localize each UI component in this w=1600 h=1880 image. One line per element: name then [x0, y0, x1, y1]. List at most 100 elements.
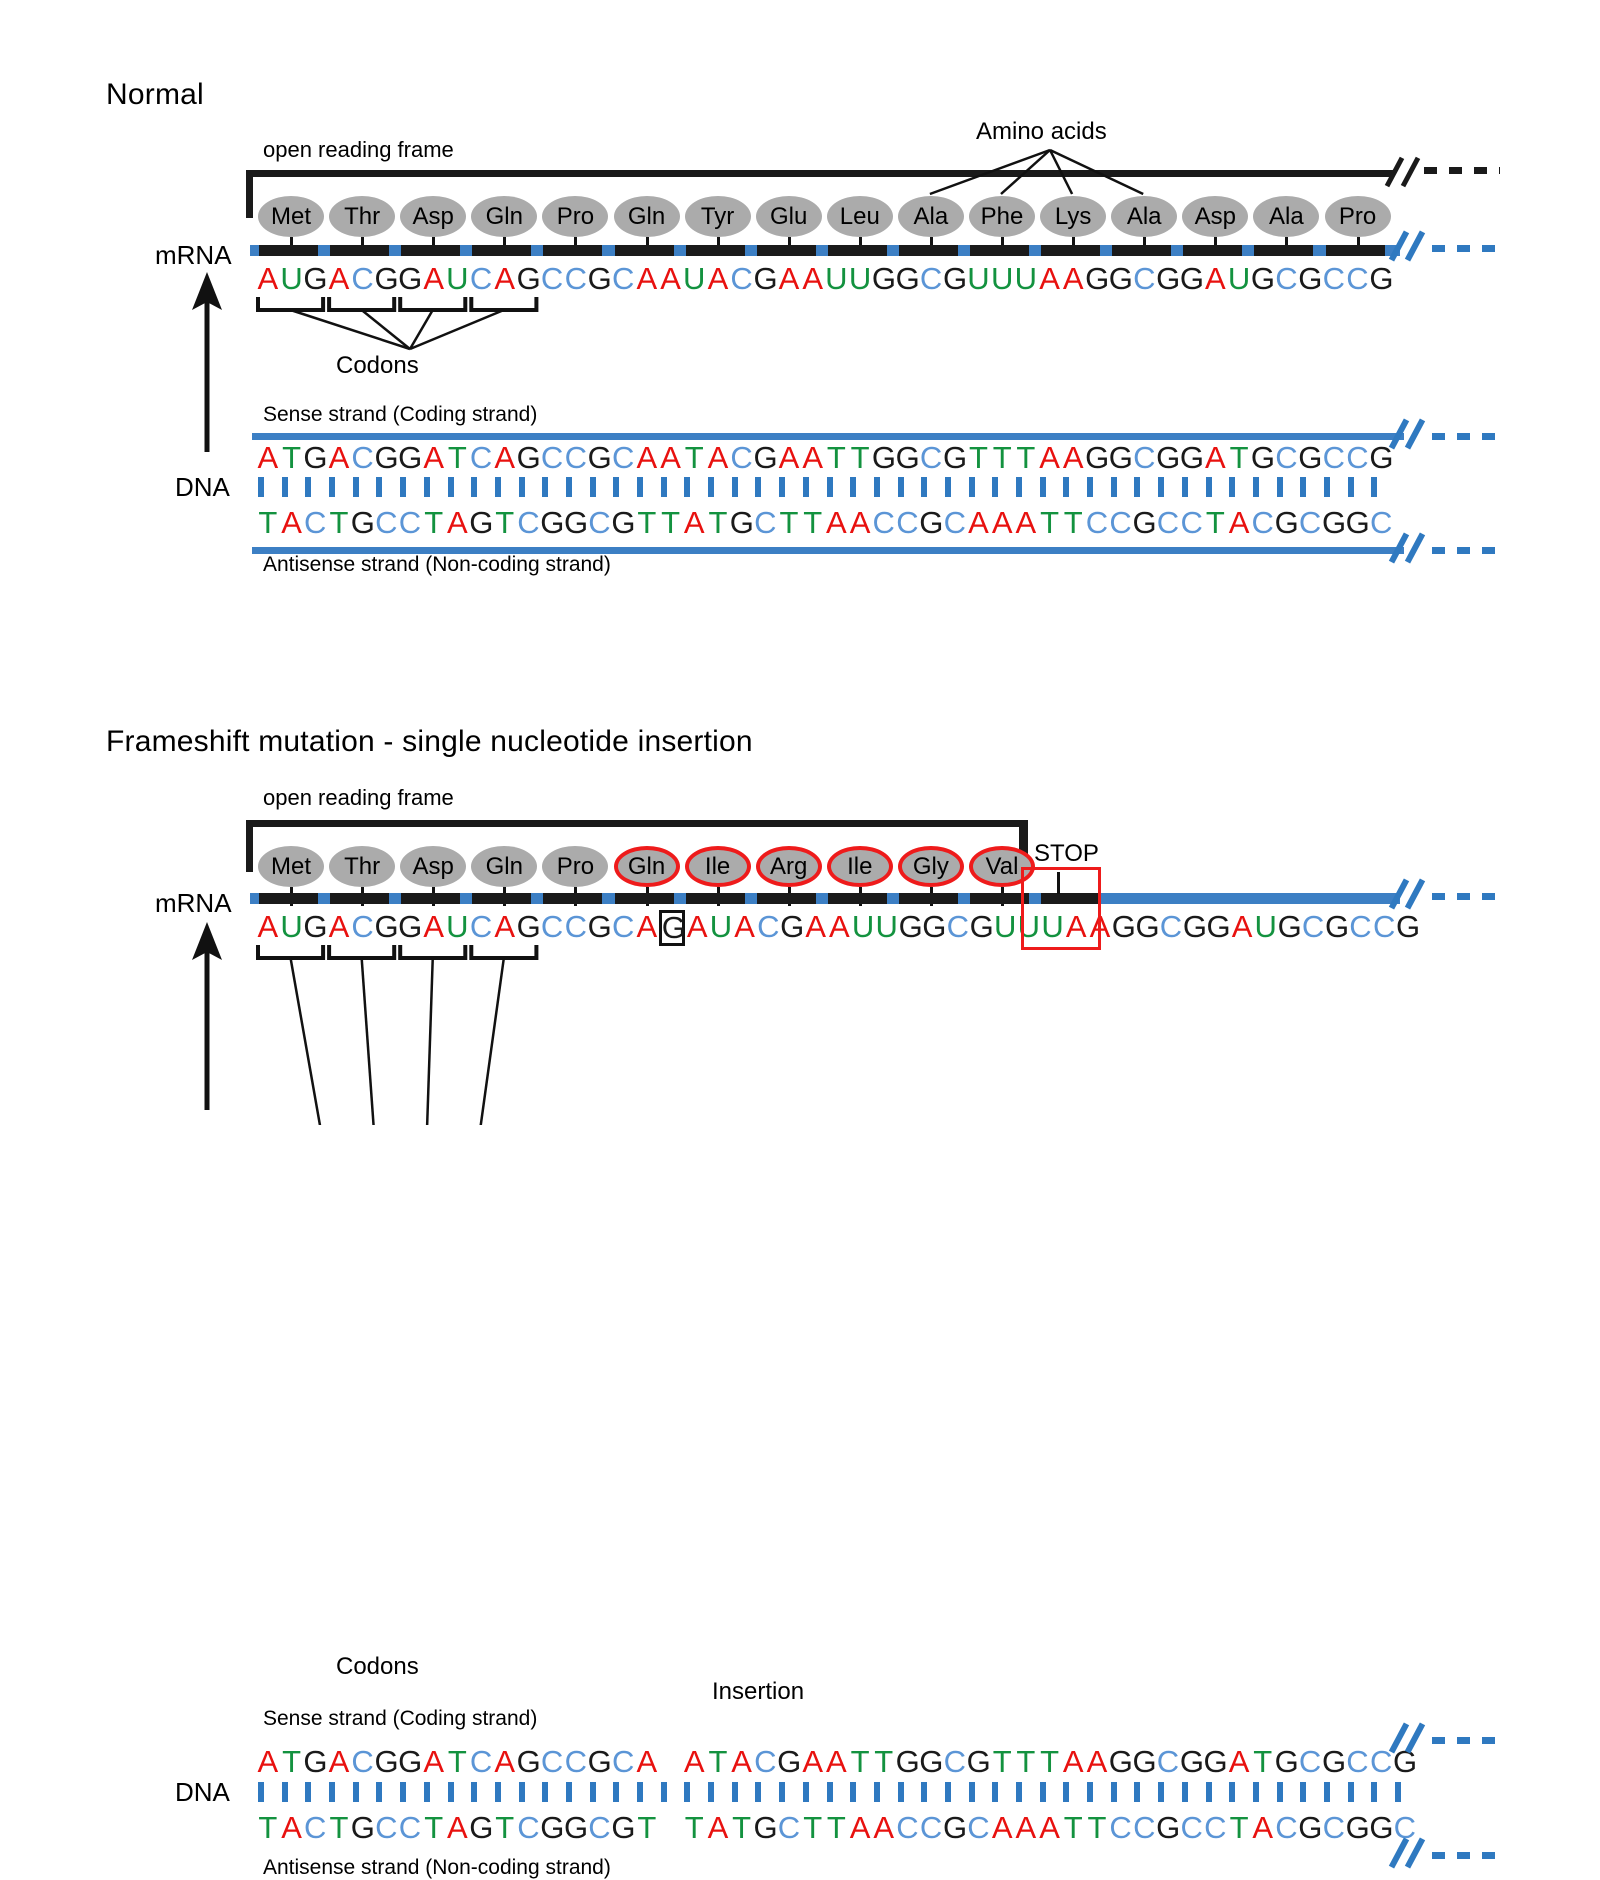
nucleotide: T: [803, 505, 823, 540]
dna-dashed-sense-frameshift: [1432, 1737, 1502, 1744]
hydrogen-bond: [992, 1782, 999, 1802]
nucleotide: C: [943, 505, 966, 540]
nucleotide: C: [1298, 1744, 1322, 1779]
hydrogen-bond: [944, 477, 951, 497]
nucleotide: G: [1369, 1810, 1394, 1845]
dna-dashed-antisense-normal: [1432, 547, 1502, 554]
nucleotide: C: [564, 440, 587, 475]
hydrogen-bond: [1229, 1782, 1236, 1802]
nucleotide: C: [540, 440, 564, 475]
nucleotide: T: [1016, 440, 1036, 475]
nucleotide: C: [943, 1744, 966, 1779]
nucleotide: A: [849, 1810, 871, 1845]
nucleotide: C: [469, 261, 493, 296]
nucleotide: A: [1205, 261, 1226, 296]
nucleotide: G: [1345, 1810, 1370, 1845]
hydrogen-bond: [1039, 1782, 1046, 1802]
nucleotide: T: [684, 1810, 704, 1845]
nucleotide: G: [1179, 440, 1204, 475]
dna-antisense-sequence-frameshift: TACTGCCTAGTCGGCGTCTATGCTTAACCGCAAATTCCGC…: [256, 1811, 1417, 1845]
nucleotide: A: [423, 440, 444, 475]
hydrogen-bond: [1158, 1782, 1165, 1802]
hydrogen-bond: [850, 477, 857, 497]
nucleotide: C: [564, 1744, 587, 1779]
nucleotide: A: [636, 440, 658, 475]
nucleotide: C: [469, 1744, 493, 1779]
nucleotide: T: [826, 440, 846, 475]
nucleotide: A: [1015, 1810, 1037, 1845]
hydrogen-bond: [1252, 477, 1259, 497]
nucleotide: C: [611, 1744, 635, 1779]
hydrogen-bond: [329, 1782, 336, 1802]
nucleotide: G: [587, 909, 612, 944]
hydrogen-bond: [897, 477, 904, 497]
nucleotide: G: [1156, 1810, 1181, 1845]
nucleotide: A: [826, 1744, 847, 1779]
hydrogen-bond: [1347, 1782, 1354, 1802]
nucleotide: A: [1228, 505, 1250, 540]
nucleotide: C: [588, 505, 611, 540]
nucleotide: A: [1086, 1744, 1108, 1779]
nucleotide: G: [919, 1744, 944, 1779]
nucleotide: G: [563, 505, 589, 540]
nucleotide: G: [1182, 909, 1207, 944]
nucleotide: A: [778, 261, 800, 296]
nucleotide: T: [282, 440, 301, 475]
nucleotide: G: [398, 440, 423, 475]
nucleotide: G: [374, 440, 399, 475]
hydrogen-bond: [376, 1782, 383, 1802]
nucleotide: C: [1156, 505, 1180, 540]
codon-block: [685, 893, 745, 904]
dna-dashed-antisense-frameshift: [1432, 1852, 1502, 1859]
nucleotide: G: [1108, 261, 1133, 296]
nucleotide: A: [328, 261, 350, 296]
hydrogen-bonds-normal: [258, 477, 1395, 497]
amino-acid-oval: Thr: [329, 846, 396, 887]
hydrogen-bond: [1347, 477, 1354, 497]
nucleotide: U: [851, 909, 875, 944]
nucleotide: C: [919, 440, 943, 475]
hydrogen-bond: [1181, 1782, 1188, 1802]
codon-block: [827, 893, 887, 904]
nucleotide: U: [446, 909, 469, 944]
nucleotide: C: [469, 440, 493, 475]
nucleotide: A: [636, 1744, 658, 1779]
nucleotide: G: [1274, 505, 1299, 540]
nucleotide: G: [516, 909, 541, 944]
nucleotide: A: [281, 505, 302, 540]
hydrogen-bond: [708, 477, 715, 497]
hydrogen-bond: [1395, 1782, 1401, 1802]
nucleotide: A: [1062, 440, 1084, 475]
nucleotide: C: [564, 261, 587, 296]
nucleotide: G: [777, 1744, 802, 1779]
nucleotide: T: [850, 440, 870, 475]
nucleotide: A: [447, 1810, 468, 1845]
nucleotide: A: [873, 1810, 895, 1845]
nucleotide: G: [942, 440, 968, 475]
nucleotide: A: [829, 909, 850, 944]
nucleotide: A: [683, 505, 705, 540]
mrna-axis-label-frameshift: mRNA: [155, 888, 232, 918]
nucleotide: C: [1349, 909, 1372, 944]
hydrogen-bond: [494, 477, 501, 497]
nucleotide: U: [1254, 909, 1277, 944]
nucleotide: C: [896, 1810, 919, 1845]
nucleotide: U: [967, 261, 990, 296]
nucleotide: A: [991, 505, 1013, 540]
amino-acid-oval: Arg: [755, 846, 822, 887]
hydrogen-bond: [1323, 477, 1330, 497]
nucleotide: C: [540, 261, 564, 296]
codon-block: [401, 893, 461, 904]
hydrogen-bond: [565, 1782, 572, 1802]
nucleotide: G: [398, 261, 423, 296]
nucleotide: C: [1159, 909, 1183, 944]
hydrogen-bond: [731, 1782, 738, 1802]
nucleotide: T: [329, 1810, 349, 1845]
nucleotide: A: [778, 440, 800, 475]
hydrogen-bond: [660, 1782, 667, 1802]
hydrogen-bond: [1016, 1782, 1022, 1802]
nucleotide: T: [447, 440, 467, 475]
nucleotide: C: [304, 1810, 327, 1845]
nucleotide: T: [969, 440, 988, 475]
nucleotide: C: [946, 909, 969, 944]
